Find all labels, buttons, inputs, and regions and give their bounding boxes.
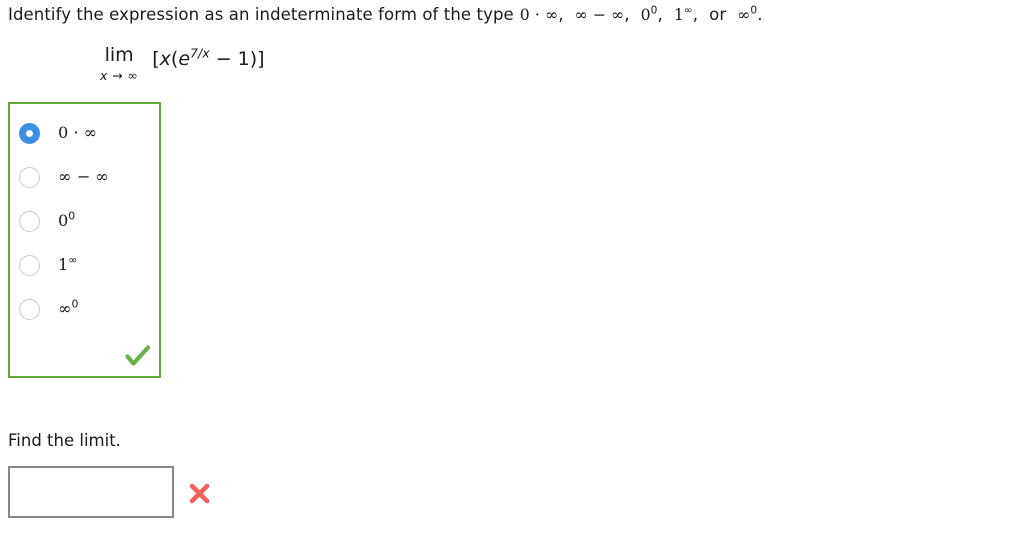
- prompt-type-0: 0 · ∞,: [519, 5, 564, 24]
- limit-body: [x(e7/x − 1)]: [152, 45, 265, 70]
- radio-button-1[interactable]: [19, 166, 40, 188]
- option-row-4[interactable]: ∞0: [19, 296, 78, 322]
- prompt-type-4: ∞0.: [737, 4, 763, 24]
- option-label-3: 1∞: [58, 253, 78, 274]
- option-row-3[interactable]: 1∞: [19, 252, 77, 278]
- option-row-0[interactable]: 0 · ∞: [19, 120, 97, 146]
- find-limit-label: Find the limit.: [8, 431, 121, 450]
- option-row-1[interactable]: ∞ − ∞: [19, 164, 109, 190]
- radio-button-4[interactable]: [19, 298, 40, 320]
- prompt-type-3: 1∞,: [673, 4, 699, 24]
- radio-button-0[interactable]: [19, 122, 40, 144]
- prompt-type-list: 0 · ∞, ∞ − ∞, 00, 1∞, or ∞0.: [520, 5, 763, 24]
- radio-button-3[interactable]: [19, 254, 40, 276]
- radio-button-2[interactable]: [19, 210, 40, 232]
- limit-operator: lim x → ∞: [100, 44, 138, 87]
- option-row-2[interactable]: 00: [19, 208, 75, 234]
- prompt-or-word: or: [709, 5, 727, 24]
- prompt-text: Identify the expression as an indetermin…: [8, 5, 514, 24]
- answer-input[interactable]: [8, 466, 174, 518]
- limit-word: lim: [104, 44, 134, 66]
- incorrect-x-icon: [187, 481, 212, 506]
- correct-check-icon: [125, 344, 151, 368]
- limit-subscript: x → ∞: [100, 68, 139, 83]
- multiple-choice-box: 0 · ∞ ∞ − ∞ 00 1∞ ∞0: [8, 102, 161, 378]
- prompt-type-2: 00,: [640, 4, 663, 24]
- option-label-1: ∞ − ∞: [58, 167, 109, 186]
- option-label-2: 00: [58, 209, 76, 230]
- option-label-4: ∞0: [58, 297, 79, 318]
- option-label-0: 0 · ∞: [58, 123, 98, 142]
- prompt-type-1: ∞ − ∞,: [574, 5, 630, 24]
- limit-expression: lim x → ∞ [x(e7/x − 1)]: [100, 44, 265, 87]
- question-prompt: Identify the expression as an indetermin…: [8, 3, 763, 27]
